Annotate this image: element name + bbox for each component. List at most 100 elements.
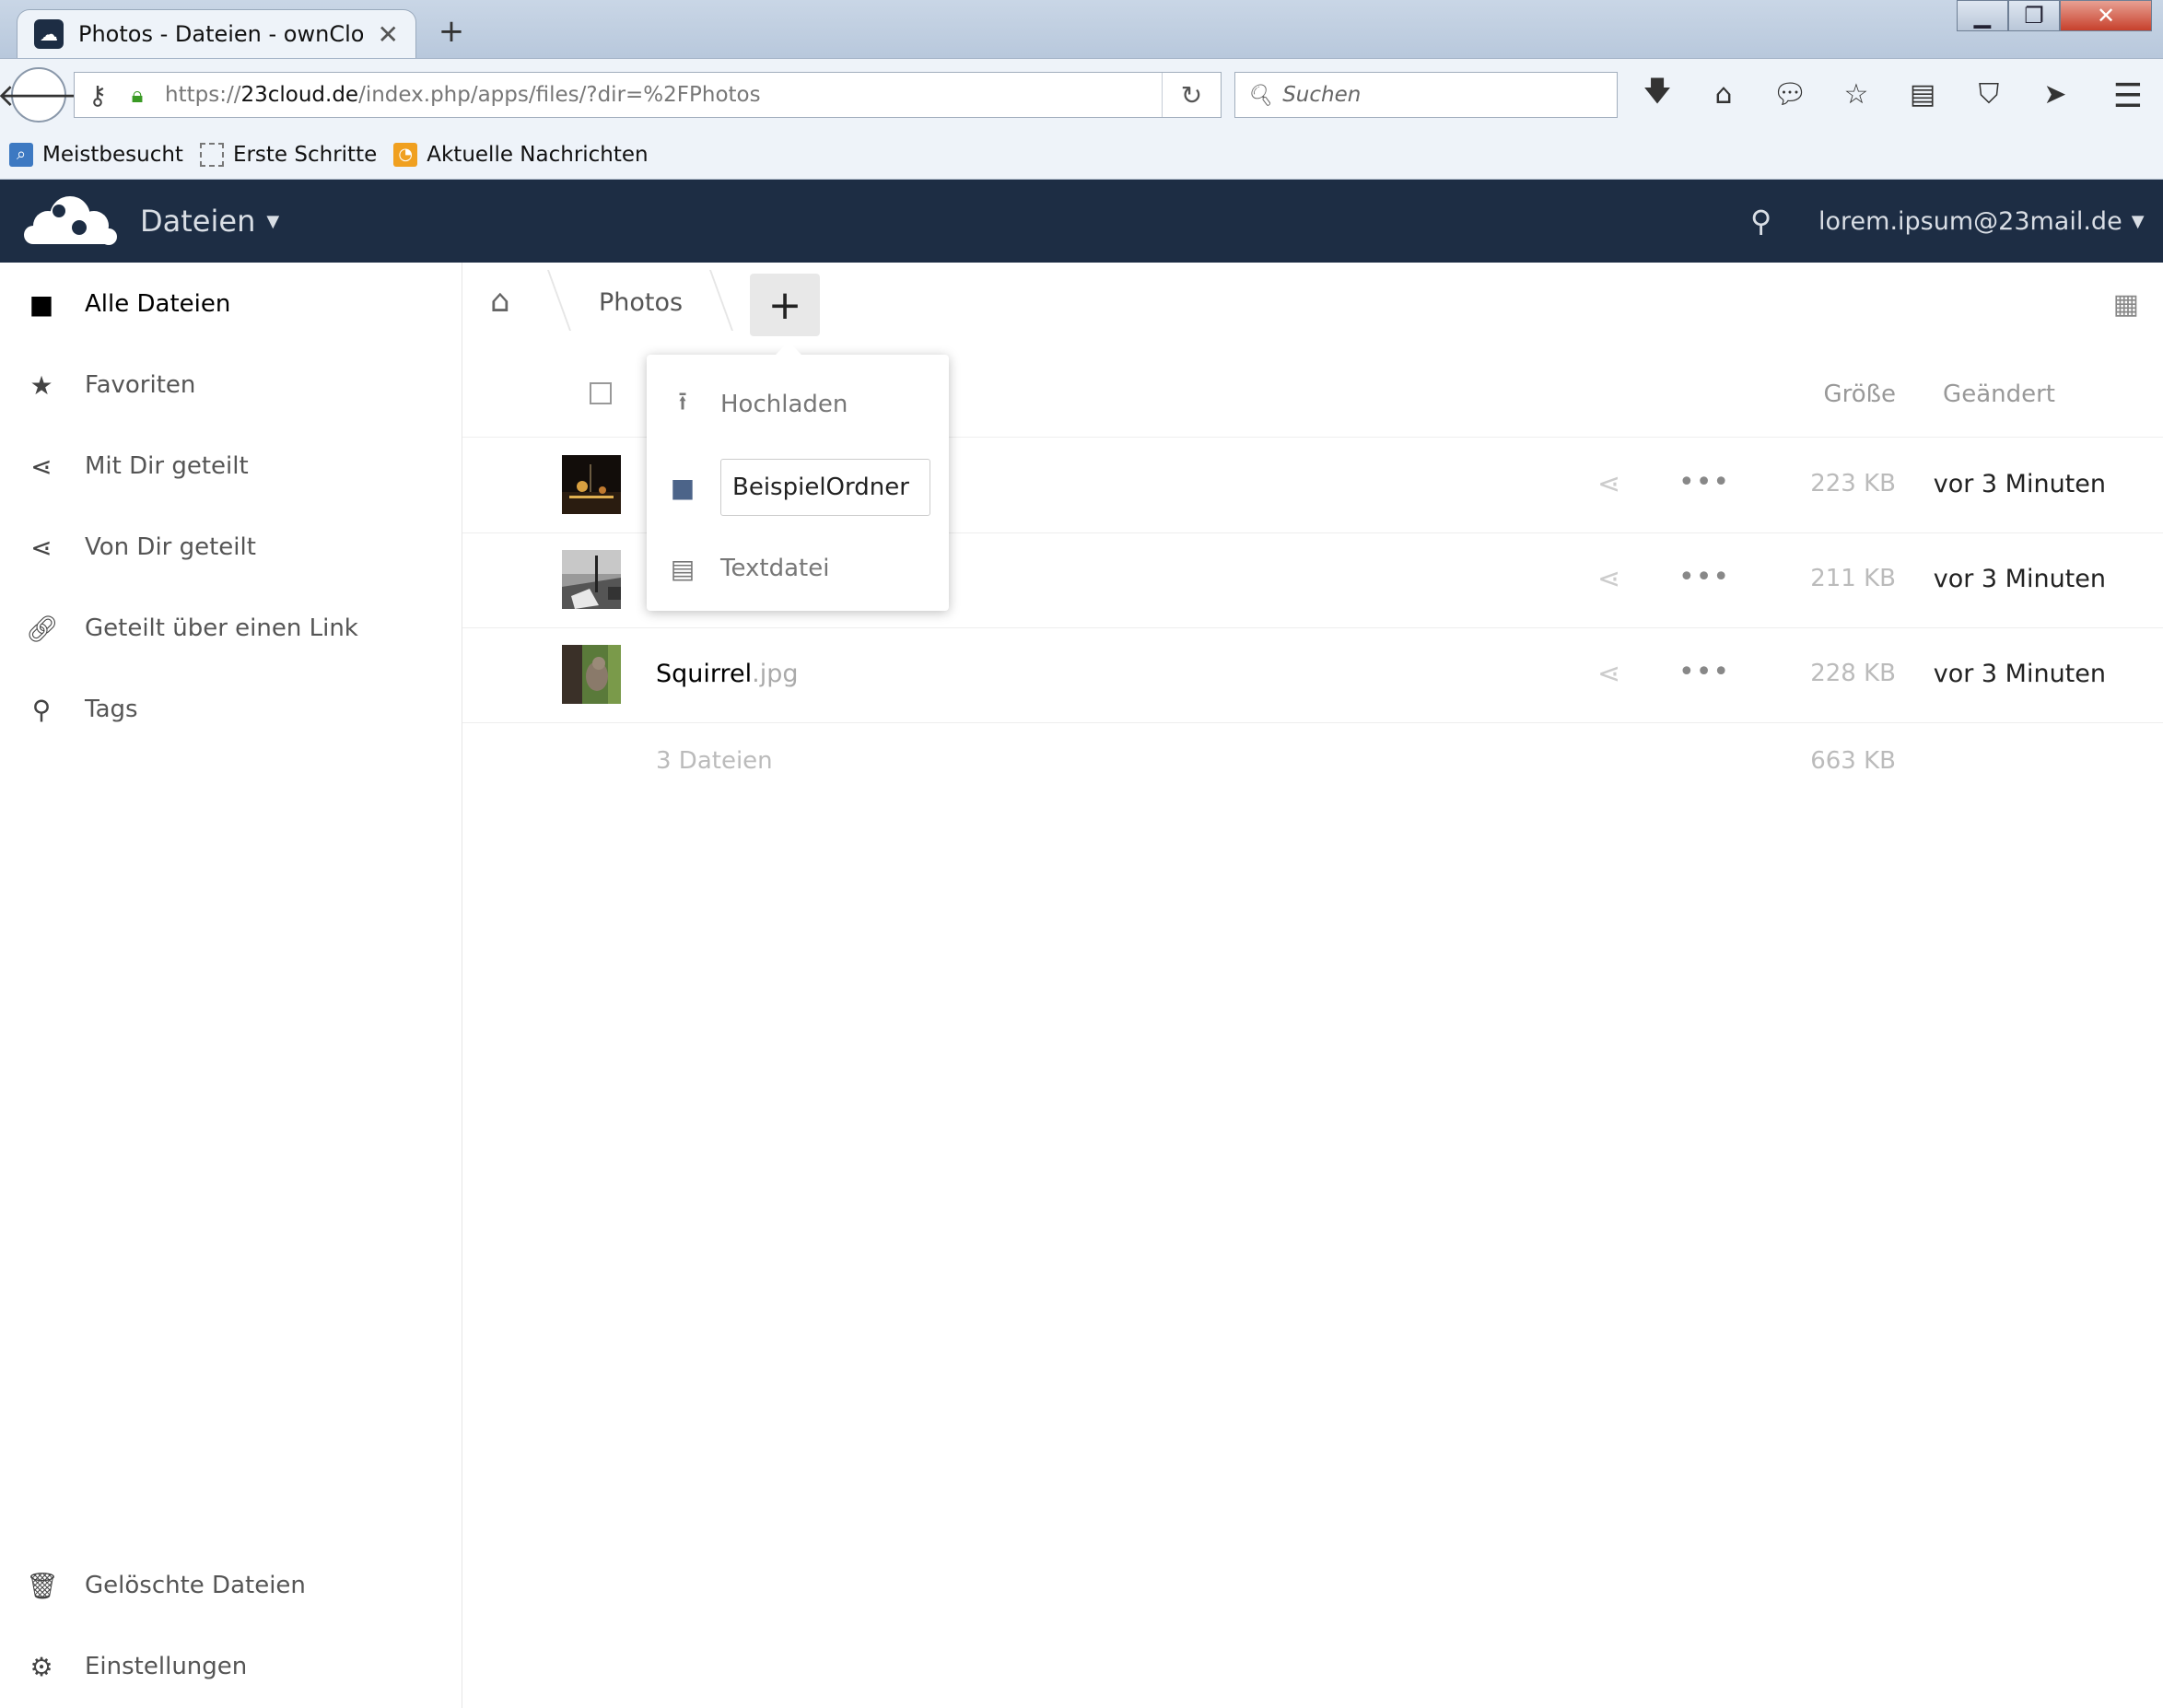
share-icon: ⋖ xyxy=(30,450,53,482)
back-button[interactable]: 🡐 xyxy=(0,67,81,123)
upload-icon: ⭱ xyxy=(678,386,687,416)
table-row[interactable]: Squirrel.jpg ⋖ ••• 228 KB vor 3 Minuten xyxy=(462,628,2163,723)
column-size[interactable]: Größe xyxy=(1823,380,1896,408)
share-icon: ⋖ xyxy=(30,532,53,563)
send-icon[interactable]: ➤ xyxy=(2036,74,2075,114)
owncloud-favicon-icon: ☁ xyxy=(34,19,64,49)
browser-search-field[interactable]: 🔍︎ Suchen xyxy=(1234,72,1618,118)
owncloud-logo-icon[interactable] xyxy=(22,193,118,250)
app-menu-button[interactable]: Dateien ▼ xyxy=(140,204,279,239)
file-extension: .jpg xyxy=(752,660,799,688)
sidebar-item-shared-with-you[interactable]: ⋖ Mit Dir geteilt xyxy=(0,429,461,503)
sidebar-item-label: Einstellungen xyxy=(85,1653,248,1680)
sidebar-item-favorites[interactable]: ★ Favoriten xyxy=(0,348,461,422)
search-icon: ⚲ xyxy=(31,694,52,725)
bookmark-folder-icon: ⌕ xyxy=(9,142,33,167)
breadcrumb-photos[interactable]: Photos xyxy=(599,288,683,317)
more-actions-icon[interactable]: ••• xyxy=(1678,656,1730,688)
bookmark-most-visited[interactable]: ⌕ Meistbesucht xyxy=(9,142,183,167)
new-file-menu: ⭱ Hochladen ■ ▤ Textdatei xyxy=(647,342,949,611)
file-basename: Squirrel xyxy=(656,660,753,688)
menu-item-label: Textdatei xyxy=(720,555,830,582)
bookmark-news[interactable]: ◔ Aktuelle Nachrichten xyxy=(393,142,649,167)
owncloud-header: Dateien ▼ ⚲ lorem.ipsum@23mail.de ▼ xyxy=(0,180,2163,263)
chat-icon[interactable]: 💬︎ xyxy=(1771,74,1809,114)
link-icon: 🔗︎ xyxy=(26,613,59,644)
restore-button[interactable]: ❐ xyxy=(2008,0,2060,31)
user-email: lorem.ipsum@23mail.de xyxy=(1818,207,2122,236)
file-thumbnail xyxy=(562,645,621,704)
lock-icon[interactable]: 🔒︎ xyxy=(121,82,154,108)
bookmark-star-icon[interactable]: ☆ xyxy=(1837,74,1876,114)
window-controls: ▁ ❐ ✕ xyxy=(1957,0,2152,31)
hamburger-menu-icon[interactable]: ☰ xyxy=(2113,77,2143,115)
menu-item-text-file[interactable]: ▤ Textdatei xyxy=(647,532,949,605)
minimize-button[interactable]: ▁ xyxy=(1957,0,2008,31)
sidebar-item-label: Gelöschte Dateien xyxy=(85,1572,306,1599)
search-placeholder: Suchen xyxy=(1282,83,1362,107)
close-window-button[interactable]: ✕ xyxy=(2060,0,2152,31)
reading-list-icon[interactable]: ▤ xyxy=(1903,74,1942,114)
caret-down-icon: ▼ xyxy=(2131,212,2145,231)
share-icon[interactable]: ⋖ xyxy=(1597,658,1620,690)
home-icon[interactable]: ⌂ xyxy=(490,283,510,320)
sidebar-item-label: Tags xyxy=(85,696,138,723)
grid-view-icon[interactable]: ▦ xyxy=(2113,288,2139,321)
pocket-icon[interactable]: ⛉ xyxy=(1970,74,2008,114)
sidebar-item-shared-by-you[interactable]: ⋖ Von Dir geteilt xyxy=(0,510,461,584)
sidebar-item-tags[interactable]: ⚲ Tags xyxy=(0,673,461,746)
reload-icon[interactable]: ↻ xyxy=(1162,73,1221,117)
sidebar-item-deleted-files[interactable]: 🗑︎ Gelöschte Dateien xyxy=(0,1549,461,1622)
file-modified: vor 3 Minuten xyxy=(1933,565,2106,593)
user-menu-button[interactable]: lorem.ipsum@23mail.de ▼ xyxy=(1818,207,2145,236)
header-search-icon[interactable]: ⚲ xyxy=(1750,204,1771,239)
summary-size: 663 KB xyxy=(1810,747,1896,775)
file-thumbnail xyxy=(562,455,621,514)
bookmarks-bar: ⌕ Meistbesucht Erste Schritte ◔ Aktuelle… xyxy=(0,130,2163,180)
bookmark-page-icon xyxy=(199,142,224,167)
summary-count: 3 Dateien xyxy=(656,747,773,775)
file-size: 223 KB xyxy=(1810,470,1896,497)
browser-tab[interactable]: ☁ Photos - Dateien - ownClo... ✕ xyxy=(17,9,416,58)
browser-navbar: 🡐 ⚷ 🔒︎ https://23cloud.de/index.php/apps… xyxy=(0,58,2163,130)
gear-icon: ⚙ xyxy=(29,1651,53,1682)
file-size: 211 KB xyxy=(1810,565,1896,592)
bookmark-getting-started[interactable]: Erste Schritte xyxy=(199,142,378,167)
url-host: 23cloud.de xyxy=(240,83,359,107)
url-bar[interactable]: ⚷ 🔒︎ https://23cloud.de/index.php/apps/f… xyxy=(74,72,1222,118)
file-modified: vor 3 Minuten xyxy=(1933,660,2106,688)
menu-item-label: Hochladen xyxy=(720,391,848,418)
menu-item-new-folder[interactable]: ■ xyxy=(647,450,949,524)
new-folder-name-input[interactable] xyxy=(720,459,930,516)
more-actions-icon[interactable]: ••• xyxy=(1678,561,1730,593)
bookmark-label: Erste Schritte xyxy=(232,142,378,167)
file-summary: 3 Dateien 663 KB xyxy=(462,723,2163,797)
menu-item-upload[interactable]: ⭱ Hochladen xyxy=(647,368,949,441)
toolbar-icons: 🡇 ⌂ 💬︎ ☆ ▤ ⛉ ➤ xyxy=(1638,74,2075,114)
key-icon[interactable]: ⚷ xyxy=(75,80,121,111)
file-modified: vor 3 Minuten xyxy=(1933,470,2106,498)
sidebar-item-shared-by-link[interactable]: 🔗︎ Geteilt über einen Link xyxy=(0,591,461,665)
app-navigation: ■ Alle Dateien ★ Favoriten ⋖ Mit Dir get… xyxy=(0,263,462,1708)
sidebar-item-settings[interactable]: ⚙ Einstellungen xyxy=(0,1630,461,1703)
breadcrumb-divider xyxy=(683,270,734,331)
folder-icon: ■ xyxy=(29,288,54,320)
more-actions-icon[interactable]: ••• xyxy=(1678,466,1730,498)
share-icon[interactable]: ⋖ xyxy=(1597,468,1620,500)
download-icon[interactable]: 🡇 xyxy=(1638,74,1677,114)
sidebar-item-label: Mit Dir geteilt xyxy=(85,452,249,480)
sidebar-item-label: Alle Dateien xyxy=(85,290,231,318)
tab-title: Photos - Dateien - ownClo... xyxy=(78,21,363,47)
column-modified[interactable]: Geändert xyxy=(1943,380,2055,408)
new-tab-button[interactable]: + xyxy=(433,13,470,50)
home-icon[interactable]: ⌂ xyxy=(1704,74,1743,114)
close-tab-icon[interactable]: ✕ xyxy=(378,19,399,50)
select-all-checkbox[interactable] xyxy=(590,382,612,404)
search-icon: 🔍︎ xyxy=(1246,83,1274,108)
file-name[interactable]: Squirrel.jpg xyxy=(656,660,799,688)
new-button[interactable]: + xyxy=(750,274,820,336)
share-icon[interactable]: ⋖ xyxy=(1597,563,1620,595)
sidebar-item-all-files[interactable]: ■ Alle Dateien xyxy=(0,267,461,341)
star-icon: ★ xyxy=(29,369,53,401)
url-text[interactable]: https://23cloud.de/index.php/apps/files/… xyxy=(154,83,1162,107)
